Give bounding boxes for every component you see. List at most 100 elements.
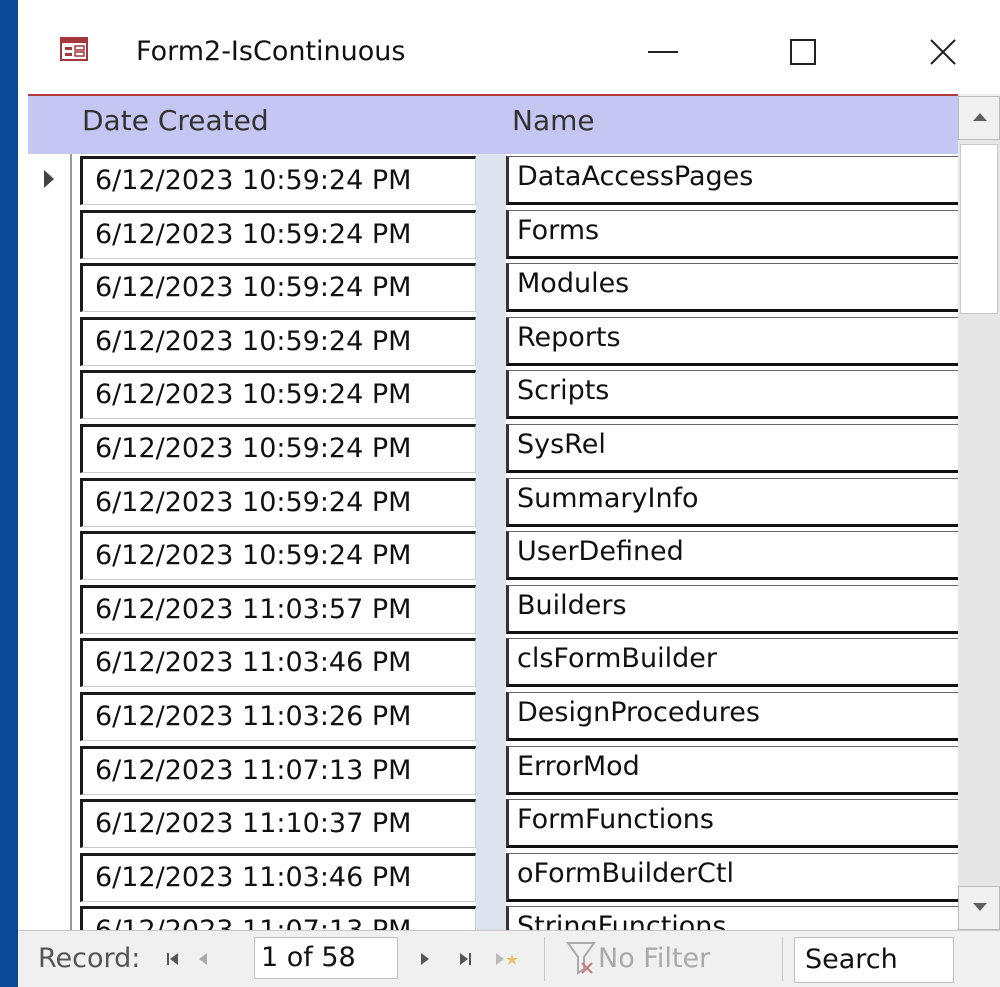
field-gap	[476, 207, 506, 262]
last-record-button[interactable]	[452, 943, 478, 975]
field-gap	[476, 904, 506, 930]
field-gap	[476, 850, 506, 905]
scroll-up-arrow-icon	[973, 113, 987, 121]
field-gap	[476, 261, 506, 315]
record-row: 6/12/2023 10:59:24 PM SysRel	[28, 421, 958, 476]
name-field[interactable]: DataAccessPages	[506, 156, 958, 205]
record-selector[interactable]	[28, 368, 72, 422]
date-created-field[interactable]: 6/12/2023 10:59:24 PM	[80, 156, 476, 205]
record-row: 6/12/2023 11:03:26 PM DesignProcedures	[28, 689, 958, 744]
field-gap	[476, 154, 506, 208]
field-gap	[476, 368, 506, 422]
record-row: 6/12/2023 10:59:24 PM DataAccessPages	[28, 154, 958, 208]
field-gap	[476, 314, 506, 369]
name-field[interactable]: Forms	[506, 209, 958, 259]
name-field[interactable]: UserDefined	[506, 531, 958, 581]
date-created-field[interactable]: 6/12/2023 11:03:57 PM	[80, 584, 476, 634]
record-row: 6/12/2023 11:07:13 PM ErrorMod	[28, 743, 958, 798]
name-field[interactable]: Scripts	[506, 370, 958, 420]
scroll-thumb[interactable]	[960, 144, 998, 314]
name-field[interactable]: DesignProcedures	[506, 691, 958, 741]
filter-icon[interactable]	[566, 939, 596, 984]
date-created-field[interactable]: 6/12/2023 11:07:13 PM	[80, 906, 476, 930]
date-created-field[interactable]: 6/12/2023 10:59:24 PM	[80, 316, 476, 366]
close-icon	[930, 39, 956, 65]
name-field[interactable]: FormFunctions	[506, 799, 958, 849]
record-selector[interactable]	[28, 314, 72, 369]
next-record-icon	[421, 953, 429, 965]
record-selector[interactable]	[28, 636, 72, 690]
name-field[interactable]: oFormBuilderCtl	[506, 852, 958, 902]
field-gap	[476, 475, 506, 530]
date-created-field[interactable]: 6/12/2023 10:59:24 PM	[80, 370, 476, 420]
field-gap	[476, 421, 506, 476]
date-created-field[interactable]: 6/12/2023 10:59:24 PM	[80, 263, 476, 313]
first-record-icon	[167, 953, 178, 965]
record-selector[interactable]	[28, 582, 72, 637]
record-navigation-bar: Record: 1 of 58 No Filter Search	[18, 930, 1000, 987]
nav-separator	[544, 937, 545, 981]
record-selector[interactable]	[28, 904, 72, 930]
field-gap	[476, 529, 506, 583]
name-field[interactable]: StringFunctions	[506, 906, 958, 930]
record-selector[interactable]	[28, 207, 72, 262]
record-selector[interactable]	[28, 797, 72, 851]
record-selector[interactable]	[28, 261, 72, 315]
record-row: 6/12/2023 10:59:24 PM Modules	[28, 261, 958, 315]
minimize-button[interactable]	[628, 22, 698, 82]
date-created-field[interactable]: 6/12/2023 11:03:46 PM	[80, 852, 476, 902]
date-created-field[interactable]: 6/12/2023 10:59:24 PM	[80, 423, 476, 473]
new-record-icon	[496, 953, 518, 965]
date-created-field[interactable]: 6/12/2023 10:59:24 PM	[80, 209, 476, 259]
previous-record-icon	[199, 953, 207, 965]
name-field[interactable]: Builders	[506, 584, 958, 634]
record-selector[interactable]	[28, 421, 72, 476]
record-selector[interactable]	[28, 743, 72, 798]
record-selector[interactable]	[28, 850, 72, 905]
record-selector[interactable]	[28, 154, 72, 208]
record-row: 6/12/2023 11:03:57 PM Builders	[28, 582, 958, 637]
close-button[interactable]	[908, 22, 978, 82]
last-record-icon	[460, 953, 471, 965]
scroll-down-button[interactable]	[958, 886, 1000, 930]
record-label: Record:	[38, 943, 141, 974]
record-row: 6/12/2023 10:59:24 PM Reports	[28, 314, 958, 369]
record-selector[interactable]	[28, 475, 72, 530]
name-field[interactable]: ErrorMod	[506, 745, 958, 795]
next-record-button[interactable]	[412, 943, 438, 975]
name-field[interactable]: SummaryInfo	[506, 477, 958, 527]
name-field[interactable]: clsFormBuilder	[506, 638, 958, 688]
name-field[interactable]: Modules	[506, 263, 958, 313]
date-created-field[interactable]: 6/12/2023 10:59:24 PM	[80, 477, 476, 527]
name-field[interactable]: Reports	[506, 316, 958, 366]
record-selector[interactable]	[28, 529, 72, 583]
name-field[interactable]: SysRel	[506, 423, 958, 473]
previous-record-button[interactable]	[190, 943, 216, 975]
form-header: Date Created Name	[28, 94, 958, 154]
record-row: 6/12/2023 11:03:46 PM clsFormBuilder	[28, 636, 958, 690]
maximize-button[interactable]	[768, 22, 838, 82]
no-filter-label[interactable]: No Filter	[598, 943, 710, 974]
record-row: 6/12/2023 11:10:37 PM FormFunctions	[28, 797, 958, 851]
date-created-column-label: Date Created	[82, 104, 269, 137]
form-window: Form2-IsContinuous Date Created Name 6/1…	[18, 0, 1000, 987]
record-row: 6/12/2023 11:03:46 PM oFormBuilderCtl	[28, 850, 958, 905]
new-record-button[interactable]	[494, 943, 520, 975]
current-record-field[interactable]: 1 of 58	[254, 937, 398, 979]
window-title: Form2-IsContinuous	[136, 36, 406, 67]
first-record-button[interactable]	[160, 943, 186, 975]
date-created-field[interactable]: 6/12/2023 11:03:46 PM	[80, 638, 476, 688]
date-created-field[interactable]: 6/12/2023 10:59:24 PM	[80, 531, 476, 581]
date-created-field[interactable]: 6/12/2023 11:07:13 PM	[80, 745, 476, 795]
title-bar[interactable]: Form2-IsContinuous	[18, 0, 1000, 94]
record-row: 6/12/2023 10:59:24 PM Scripts	[28, 368, 958, 422]
date-created-field[interactable]: 6/12/2023 11:03:26 PM	[80, 691, 476, 741]
field-gap	[476, 582, 506, 637]
record-selector[interactable]	[28, 689, 72, 744]
search-input[interactable]: Search	[794, 937, 954, 983]
name-column-label: Name	[512, 104, 595, 137]
vertical-scrollbar[interactable]	[958, 96, 1000, 930]
minimize-icon	[648, 51, 678, 53]
date-created-field[interactable]: 6/12/2023 11:10:37 PM	[80, 799, 476, 849]
scroll-up-button[interactable]	[958, 96, 1000, 140]
